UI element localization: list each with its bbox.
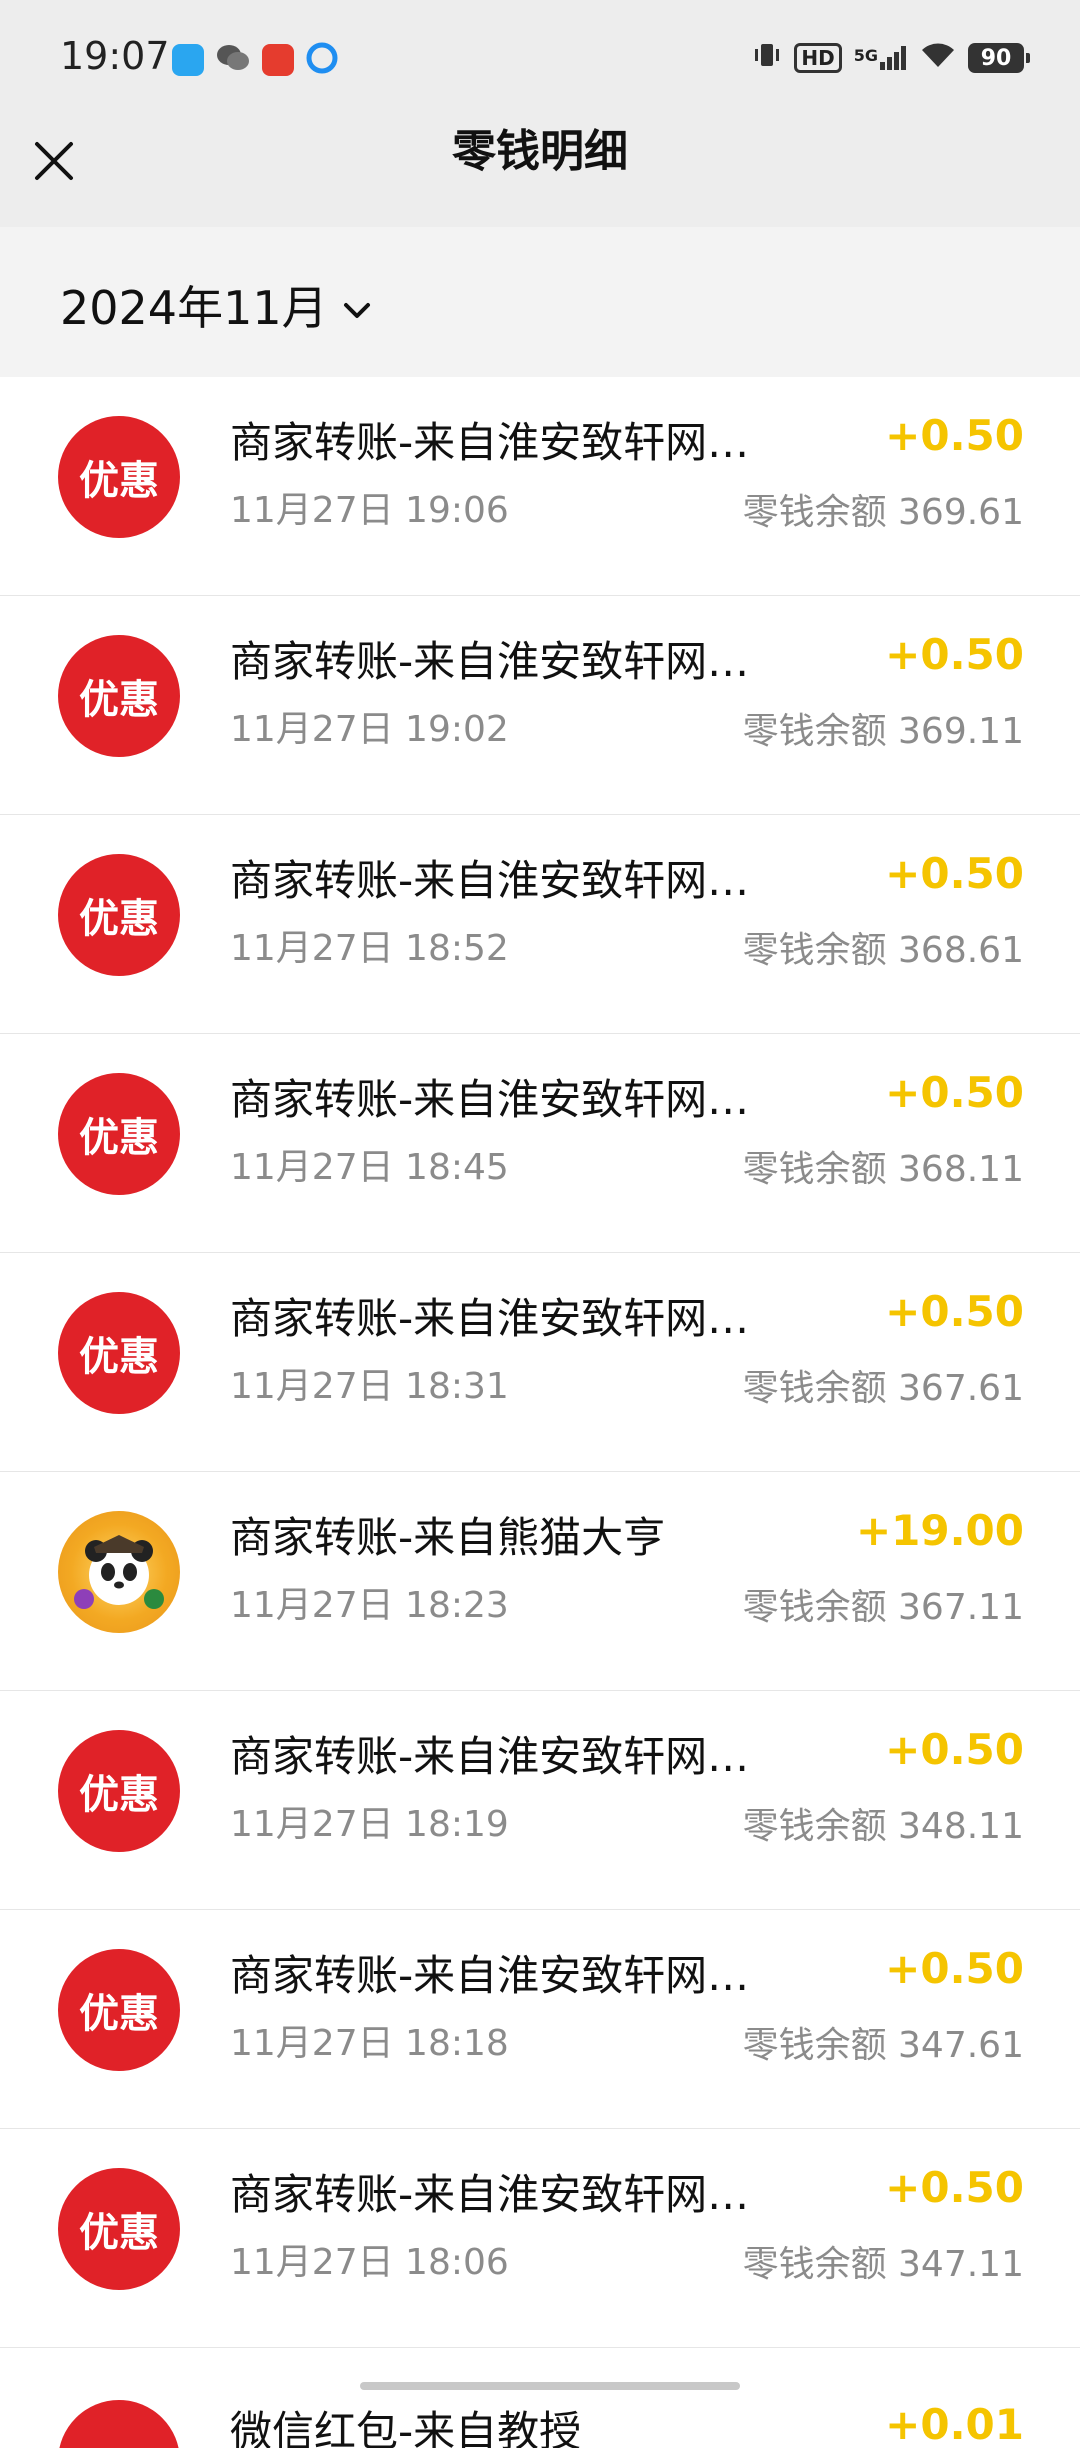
wifi-icon (920, 41, 956, 75)
transaction-balance: 零钱余额 347.61 (742, 2025, 1024, 2066)
transaction-balance: 零钱余额 369.61 (742, 492, 1024, 533)
battery-icon: 90 (968, 43, 1030, 73)
transaction-title: 商家转账-来自淮安致轩网… (230, 1294, 750, 1343)
vibrate-icon (752, 40, 782, 76)
transaction-amount: +0.01 (885, 2400, 1024, 2448)
transaction-title: 商家转账-来自淮安致轩网… (230, 1732, 750, 1781)
transaction-balance: 零钱余额 368.61 (742, 930, 1024, 971)
system-status-icons: HD 5G 90 (752, 40, 1030, 76)
discount-avatar: 优惠 (58, 1730, 180, 1852)
signal-icon: 5G (854, 46, 908, 70)
red-packet-icon (262, 44, 294, 76)
chevron-down-icon (342, 278, 372, 332)
transaction-date: 11月27日 18:19 (230, 1804, 509, 1845)
transaction-row[interactable]: 微信红包-来自教授 +0.01 (0, 2348, 1080, 2448)
transaction-date: 11月27日 19:06 (230, 490, 509, 531)
transaction-amount: +0.50 (885, 1725, 1024, 1774)
discount-avatar: 优惠 (58, 854, 180, 976)
month-filter-bar: 2024年11月 (0, 227, 1080, 377)
notification-icons (172, 42, 338, 78)
transaction-title: 微信红包-来自教授 (230, 2407, 582, 2448)
discount-avatar: 优惠 (58, 1073, 180, 1195)
transaction-row[interactable]: 优惠 商家转账-来自淮安致轩网… 11月27日 19:06 +0.50 零钱余额… (0, 377, 1080, 596)
transaction-amount: +0.50 (885, 1944, 1024, 1993)
transaction-date: 11月27日 18:31 (230, 1366, 509, 1407)
transaction-amount: +0.50 (885, 1287, 1024, 1336)
discount-avatar: 优惠 (58, 1292, 180, 1414)
transaction-row[interactable]: 优惠 商家转账-来自淮安致轩网… 11月27日 18:31 +0.50 零钱余额… (0, 1253, 1080, 1472)
transaction-row[interactable]: 商家转账-来自熊猫大亨 11月27日 18:23 +19.00 零钱余额 367… (0, 1472, 1080, 1691)
panda-avatar-icon (58, 1511, 180, 1633)
transaction-date: 11月27日 18:45 (230, 1147, 509, 1188)
transaction-balance: 零钱余额 367.11 (742, 1587, 1024, 1628)
transaction-title: 商家转账-来自淮安致轩网… (230, 2170, 750, 2219)
transaction-balance: 零钱余额 348.11 (742, 1806, 1024, 1847)
transaction-balance: 零钱余额 367.61 (742, 1368, 1024, 1409)
transaction-amount: +19.00 (855, 1506, 1024, 1555)
status-bar: 19:07 HD 5G 90 (0, 0, 1080, 120)
transaction-title: 商家转账-来自淮安致轩网… (230, 856, 750, 905)
status-time: 19:07 (60, 34, 170, 78)
transaction-title: 商家转账-来自淮安致轩网… (230, 637, 750, 686)
transaction-row[interactable]: 优惠 商家转账-来自淮安致轩网… 11月27日 18:06 +0.50 零钱余额… (0, 2129, 1080, 2348)
transaction-date: 11月27日 18:18 (230, 2023, 509, 2064)
transaction-date: 11月27日 18:52 (230, 928, 509, 969)
discount-avatar: 优惠 (58, 416, 180, 538)
transaction-row[interactable]: 优惠 商家转账-来自淮安致轩网… 11月27日 19:02 +0.50 零钱余额… (0, 596, 1080, 815)
transaction-row[interactable]: 优惠 商家转账-来自淮安致轩网… 11月27日 18:45 +0.50 零钱余额… (0, 1034, 1080, 1253)
transaction-amount: +0.50 (885, 1068, 1024, 1117)
transaction-title: 商家转账-来自淮安致轩网… (230, 1075, 750, 1124)
discount-avatar: 优惠 (58, 635, 180, 757)
month-picker[interactable]: 2024年11月 (60, 272, 372, 338)
transaction-title: 商家转账-来自淮安致轩网… (230, 418, 750, 467)
transaction-balance: 零钱余额 368.11 (742, 1149, 1024, 1190)
transaction-balance: 零钱余额 347.11 (742, 2244, 1024, 2285)
wechat-icon (216, 43, 250, 77)
hd-icon: HD (794, 43, 842, 73)
transaction-amount: +0.50 (885, 849, 1024, 898)
transaction-list: 优惠 商家转账-来自淮安致轩网… 11月27日 19:06 +0.50 零钱余额… (0, 377, 1080, 2448)
browser-icon (306, 42, 338, 78)
transaction-amount: +0.50 (885, 2163, 1024, 2212)
transaction-amount: +0.50 (885, 630, 1024, 679)
network-type: 5G (853, 46, 878, 65)
discount-avatar: 优惠 (58, 2168, 180, 2290)
discount-avatar: 优惠 (58, 1949, 180, 2071)
transaction-balance: 零钱余额 369.11 (742, 711, 1024, 752)
transaction-title: 商家转账-来自淮安致轩网… (230, 1951, 750, 2000)
transaction-title: 商家转账-来自熊猫大亨 (230, 1513, 666, 1562)
top-bar: 19:07 HD 5G 90 零钱明细 (0, 0, 1080, 227)
transaction-row[interactable]: 优惠 商家转账-来自淮安致轩网… 11月27日 18:18 +0.50 零钱余额… (0, 1910, 1080, 2129)
red-packet-avatar (58, 2400, 180, 2448)
transaction-row[interactable]: 优惠 商家转账-来自淮安致轩网… 11月27日 18:19 +0.50 零钱余额… (0, 1691, 1080, 1910)
transaction-amount: +0.50 (885, 411, 1024, 460)
page-title: 零钱明细 (452, 126, 628, 177)
month-label: 2024年11月 (60, 281, 328, 335)
transaction-date: 11月27日 19:02 (230, 709, 509, 750)
transaction-date: 11月27日 18:23 (230, 1585, 509, 1626)
transaction-date: 11月27日 18:06 (230, 2242, 509, 2283)
home-indicator[interactable] (360, 2382, 740, 2390)
transaction-row[interactable]: 优惠 商家转账-来自淮安致轩网… 11月27日 18:52 +0.50 零钱余额… (0, 815, 1080, 1034)
app-notification-icon (172, 44, 204, 76)
